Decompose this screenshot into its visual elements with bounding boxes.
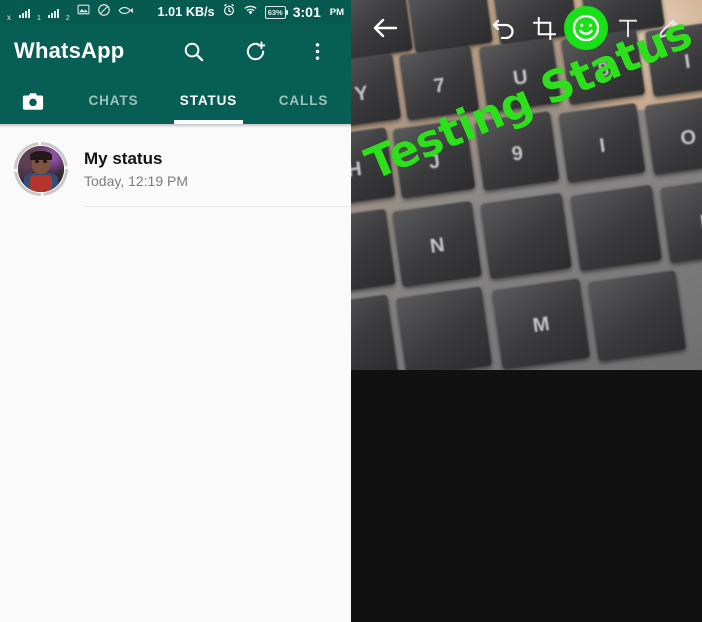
- network-speed-label: 1.01 KB/s: [157, 5, 215, 19]
- alarm-clock-icon: [222, 3, 236, 22]
- whatsapp-app-bar: WhatsApp: [0, 24, 351, 78]
- new-status-camera-icon[interactable]: [235, 31, 275, 71]
- screenshot-root: x 1 2 1.01 KB/s 63% 3:01 PM WhatsApp CHA…: [0, 0, 702, 622]
- back-arrow-icon[interactable]: [365, 8, 405, 48]
- undo-icon[interactable]: [484, 8, 524, 48]
- status-bar-left-icons: x 1 2: [7, 3, 134, 22]
- overflow-menu-icon[interactable]: [297, 31, 337, 71]
- list-divider: [84, 206, 351, 207]
- sim1-x-label: x: [7, 12, 11, 22]
- list-item-my-status[interactable]: My status Today, 12:19 PM: [0, 128, 351, 206]
- tab-chats[interactable]: CHATS: [66, 78, 161, 124]
- do-not-disturb-icon: [97, 3, 111, 22]
- list-item-title: My status: [84, 148, 163, 168]
- signal-bars-sim1-icon: [19, 6, 30, 18]
- wifi-icon: [243, 3, 258, 21]
- whatsapp-tab-bar: CHATS STATUS CALLS: [0, 78, 351, 124]
- sim1-index-label: 1: [37, 14, 41, 22]
- list-item-subtitle: Today, 12:19 PM: [84, 172, 189, 189]
- user-avatar: [18, 146, 64, 192]
- crop-icon[interactable]: [524, 8, 564, 48]
- whatsapp-pane: x 1 2 1.01 KB/s 63% 3:01 PM WhatsApp CHA…: [0, 0, 351, 622]
- tab-calls[interactable]: CALLS: [256, 78, 351, 124]
- sim2-index-label: 2: [65, 14, 70, 22]
- camera-icon[interactable]: [0, 92, 66, 111]
- status-list: My status Today, 12:19 PM: [0, 128, 351, 622]
- status-bar-right-icons: 1.01 KB/s 63% 3:01 PM: [158, 3, 344, 22]
- clock-ampm-label: PM: [329, 6, 344, 18]
- list-item-text: My status Today, 12:19 PM: [84, 149, 337, 190]
- vpn-fish-icon: [118, 3, 134, 21]
- clock-label: 3:01: [292, 4, 321, 20]
- signal-bars-sim2-icon: [47, 6, 59, 18]
- search-icon[interactable]: [173, 31, 213, 71]
- status-editor-pane: Y 7 U 8 I H J 9 I O N L M Testing Status: [351, 0, 702, 622]
- sdcard-icon: [77, 3, 90, 21]
- page-title: WhatsApp: [14, 38, 125, 63]
- battery-indicator: 63%: [264, 5, 288, 19]
- tab-status[interactable]: STATUS: [161, 78, 256, 124]
- android-status-bar: x 1 2 1.01 KB/s 63% 3:01 PM: [0, 0, 351, 24]
- avatar[interactable]: [14, 142, 68, 196]
- app-bar-actions: [173, 31, 337, 71]
